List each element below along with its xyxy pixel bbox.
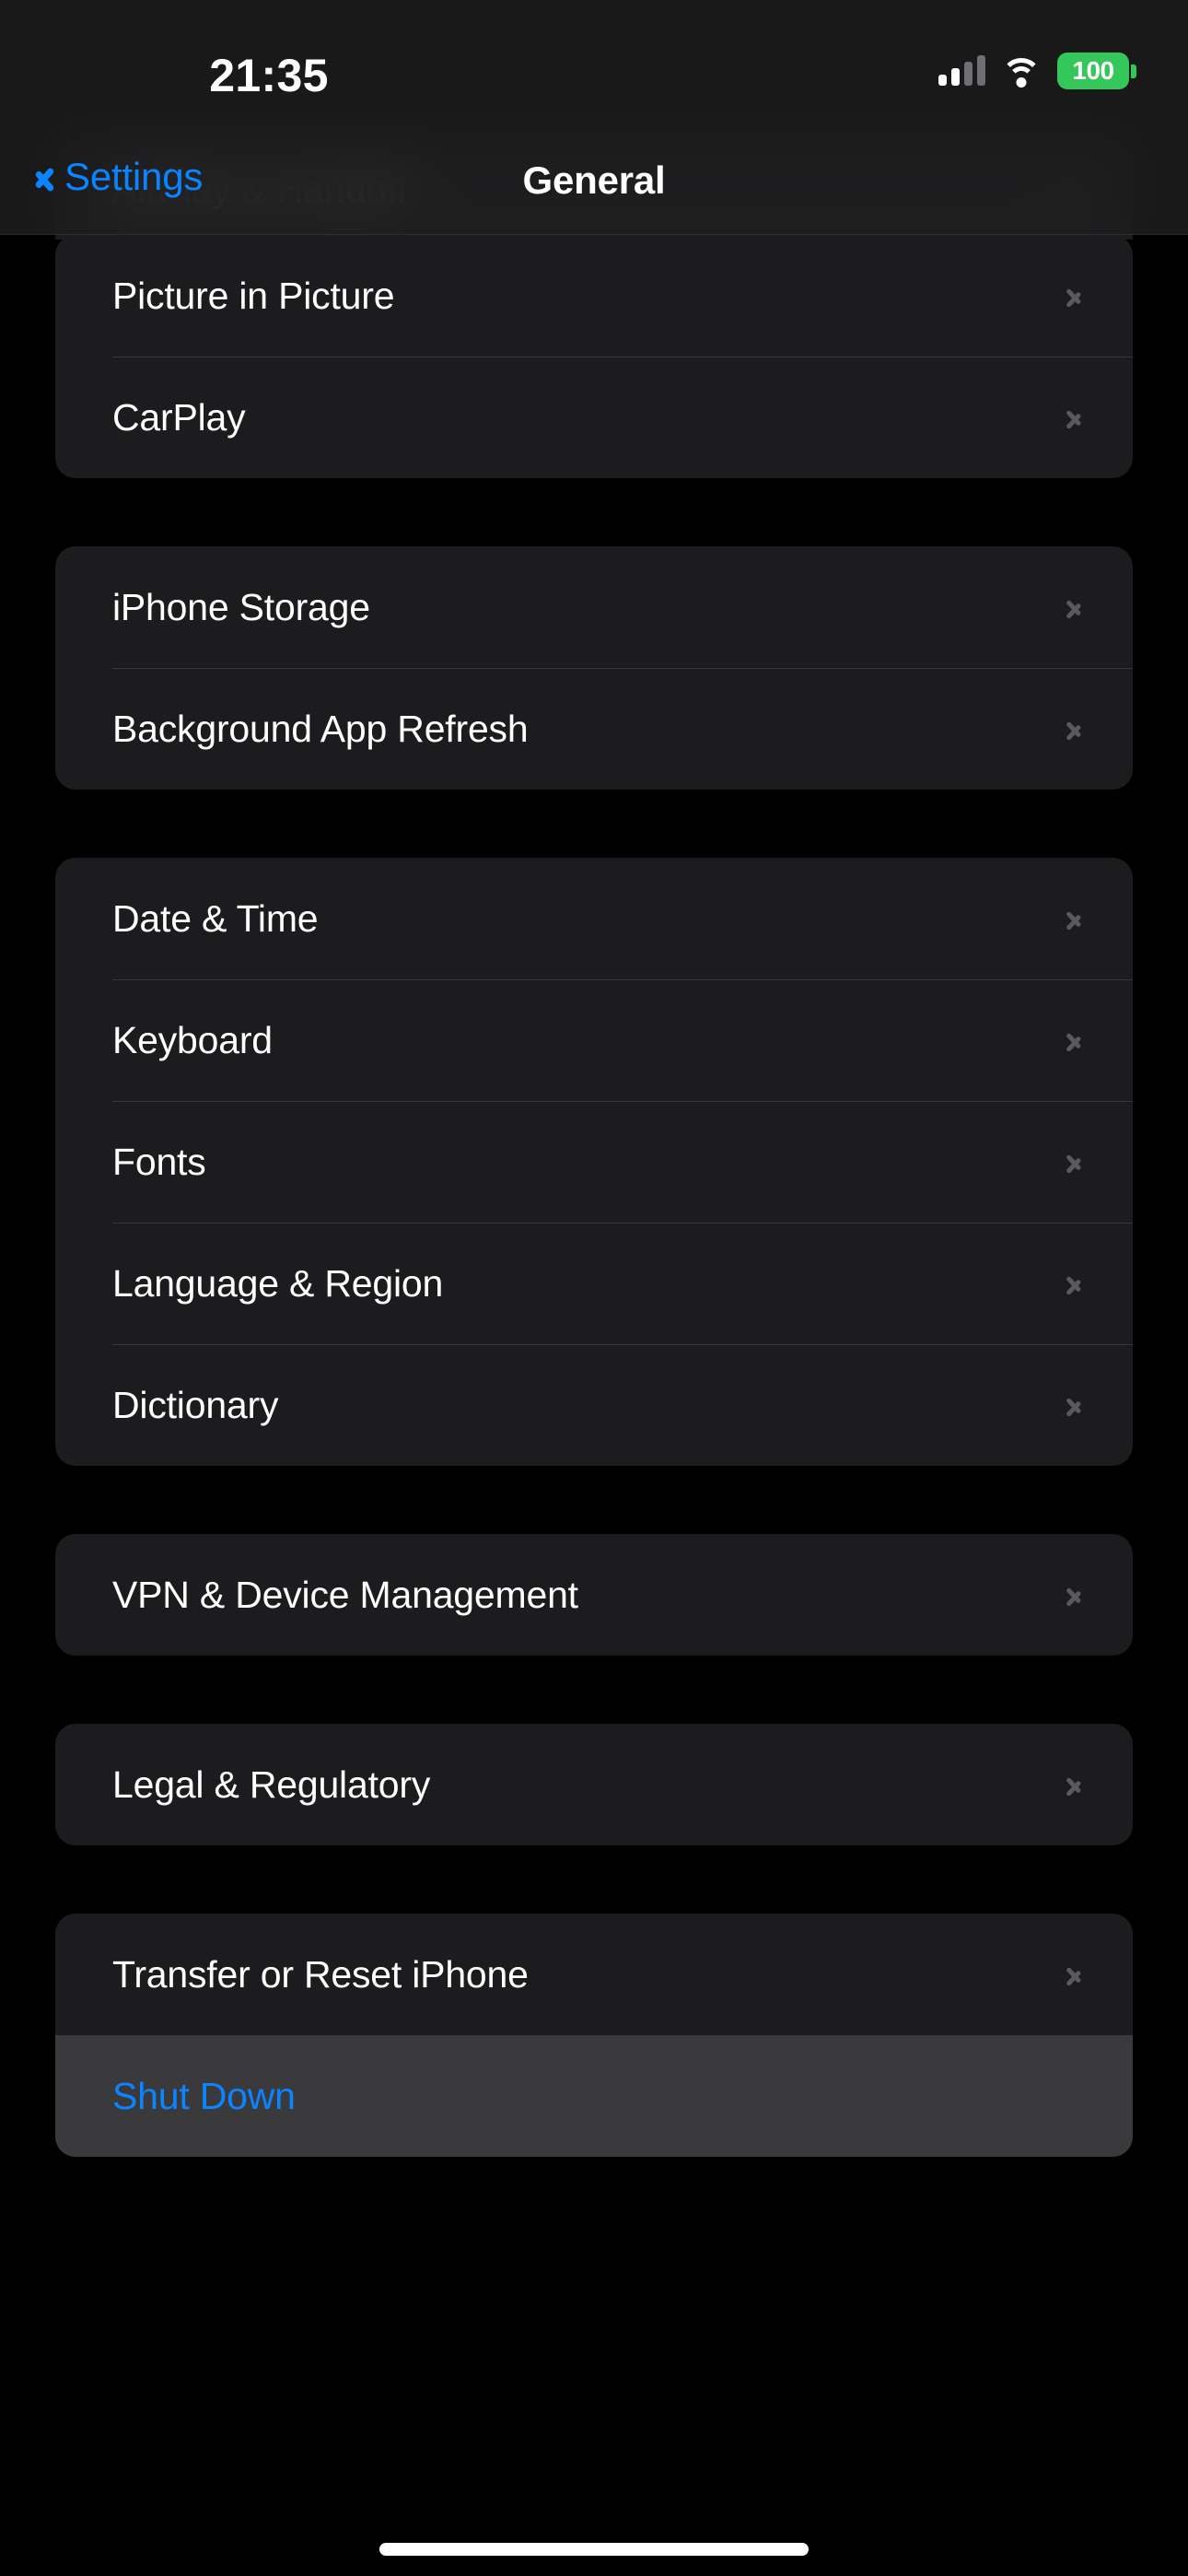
row-legal-regulatory[interactable]: Legal & Regulatory <box>55 1724 1133 1845</box>
row-label: Background App Refresh <box>112 707 529 750</box>
wifi-icon <box>1001 56 1042 88</box>
battery-icon: 100 <box>1057 53 1136 89</box>
chevron-right-icon <box>1065 1577 1085 1612</box>
cellular-bars-icon <box>938 55 985 86</box>
navigation-bar: 21:35 100 Settings General <box>0 0 1188 235</box>
row-label: Dictionary <box>112 1383 279 1426</box>
row-label: Picture in Picture <box>112 274 395 317</box>
row-keyboard[interactable]: Keyboard <box>55 979 1133 1101</box>
iphone-settings-screen: AirPlay & Handoff Picture in Picture Car… <box>0 0 1188 2576</box>
chevron-right-icon <box>1065 711 1085 746</box>
settings-group-reset: Transfer or Reset iPhone Shut Down <box>55 1914 1133 2157</box>
chevron-right-icon <box>1065 1957 1085 1992</box>
row-iphone-storage[interactable]: iPhone Storage <box>55 546 1133 668</box>
chevron-right-icon <box>1065 901 1085 936</box>
row-fonts[interactable]: Fonts <box>55 1101 1133 1223</box>
status-bar: 21:35 100 <box>0 0 1188 147</box>
row-label: Legal & Regulatory <box>112 1762 431 1806</box>
settings-group-storage: iPhone Storage Background App Refresh <box>55 546 1133 790</box>
row-background-app-refresh[interactable]: Background App Refresh <box>55 668 1133 790</box>
chevron-right-icon <box>1065 278 1085 313</box>
row-dictionary[interactable]: Dictionary <box>55 1344 1133 1466</box>
chevron-right-icon <box>1065 1767 1085 1802</box>
chevron-right-icon <box>1065 400 1085 435</box>
status-bar-indicators: 100 <box>938 51 1136 91</box>
row-picture-in-picture[interactable]: Picture in Picture <box>55 235 1133 357</box>
row-label: VPN & Device Management <box>112 1573 578 1616</box>
settings-groups-container: Picture in Picture CarPlay iPhone Storag… <box>0 235 1188 2157</box>
settings-scroll-view[interactable]: AirPlay & Handoff Picture in Picture Car… <box>0 0 1188 2576</box>
home-indicator[interactable] <box>379 2543 809 2556</box>
row-language-and-region[interactable]: Language & Region <box>55 1223 1133 1344</box>
chevron-right-icon <box>1065 1266 1085 1301</box>
row-label: Keyboard <box>112 1018 273 1061</box>
row-carplay[interactable]: CarPlay <box>55 357 1133 478</box>
chevron-right-icon <box>1065 590 1085 625</box>
chevron-right-icon <box>1065 1023 1085 1058</box>
settings-group-media: Picture in Picture CarPlay <box>55 235 1133 478</box>
row-label: Fonts <box>112 1140 206 1183</box>
settings-group-vpn: VPN & Device Management <box>55 1534 1133 1656</box>
settings-group-localization: Date & Time Keyboard Fonts Language & Re… <box>55 858 1133 1466</box>
row-label: CarPlay <box>112 395 246 439</box>
row-label: Shut Down <box>112 2074 296 2117</box>
chevron-right-icon <box>1065 1144 1085 1179</box>
row-transfer-or-reset-iphone[interactable]: Transfer or Reset iPhone <box>55 1914 1133 2035</box>
settings-group-legal: Legal & Regulatory <box>55 1724 1133 1845</box>
battery-percent-label: 100 <box>1072 56 1114 85</box>
row-shut-down[interactable]: Shut Down <box>55 2035 1133 2157</box>
row-label: Language & Region <box>112 1261 444 1305</box>
row-label: iPhone Storage <box>112 585 370 628</box>
row-date-and-time[interactable]: Date & Time <box>55 858 1133 979</box>
row-label: Transfer or Reset iPhone <box>112 1952 529 1996</box>
status-bar-time: 21:35 <box>209 50 329 101</box>
row-label: Date & Time <box>112 896 319 940</box>
row-vpn-device-management[interactable]: VPN & Device Management <box>55 1534 1133 1656</box>
chevron-right-icon <box>1065 1388 1085 1423</box>
page-title: General <box>522 158 666 202</box>
